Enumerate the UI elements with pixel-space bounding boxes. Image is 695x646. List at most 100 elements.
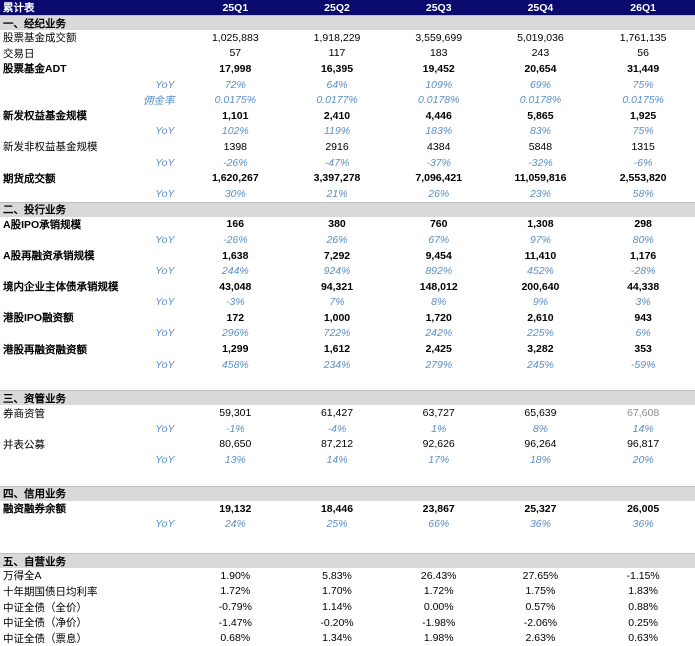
value-cell: 353 [634, 343, 652, 356]
value-cell: 0.0178% [519, 94, 562, 107]
value-cell: 183% [425, 125, 453, 138]
value-cell: -47% [324, 156, 350, 169]
value-cell: 1.72% [423, 585, 454, 598]
value-cell: 5848 [528, 140, 553, 153]
row-label: 新发权益基金规模 [3, 110, 87, 123]
section-title: 三、资管业务 [3, 392, 66, 405]
value-cell: 27.65% [522, 569, 559, 582]
value-cell: 1,720 [425, 311, 452, 324]
row-label: A股再融资承销规模 [3, 250, 95, 263]
value-cell: 1.34% [322, 632, 352, 645]
value-cell: 2,425 [425, 343, 452, 356]
value-cell: 1,918,229 [313, 31, 361, 44]
value-cell: 1,761,135 [619, 31, 667, 44]
row-label: YoY [155, 125, 175, 138]
row-label: YoY [155, 187, 175, 200]
value-cell: 2,610 [527, 311, 554, 324]
value-cell: 72% [224, 78, 246, 91]
row-label: 港股再融资融资额 [3, 343, 87, 356]
metric-row: 股票基金ADT 17,998 16,395 19,452 20,654 31,449 [0, 61, 695, 77]
metric-row: A股再融资承销规模 1,638 7,292 9,454 11,410 1,176 [0, 248, 695, 264]
metric-row: 股票基金成交额 1,025,883 1,918,229 3,559,699 5,019,… [0, 30, 695, 46]
value-cell: 61,427 [320, 407, 354, 420]
value-cell: -4% [327, 422, 347, 435]
metric-subrow: YoY 72% 64% 109% 69% 75% [0, 77, 695, 93]
value-cell: 166 [226, 218, 245, 231]
value-cell: 80% [632, 233, 654, 246]
metric-subrow: YoY -26% 26% 67% 97% 80% [0, 232, 695, 248]
value-cell: 23% [529, 187, 551, 200]
value-cell: 26% [428, 187, 450, 200]
value-cell: 0.25% [628, 616, 659, 629]
value-cell: 17,998 [219, 62, 252, 75]
value-cell: -59% [630, 358, 656, 371]
metric-row: 境内企业主体债承销规模 43,048 94,321 148,012 200,640 44,… [0, 279, 695, 295]
row-label: YoY [155, 454, 175, 467]
value-cell: 25,327 [524, 502, 557, 515]
metric-subrow: YoY 102% 119% 183% 83% 75% [0, 124, 695, 140]
metric-row: 交易日 57 117 183 243 56 [0, 46, 695, 62]
value-cell: 117 [328, 47, 346, 60]
value-cell: 0.0175% [622, 94, 664, 107]
metric-subrow: YoY 458% 234% 279% 245% -59% [0, 357, 695, 373]
row-label: 新发非权益基金规模 [3, 141, 98, 154]
value-cell: 2916 [325, 140, 349, 153]
value-cell: 0.63% [628, 632, 659, 645]
value-cell: 245% [527, 358, 554, 371]
quarter-header: 25Q2 [324, 1, 350, 14]
value-cell: 0.68% [220, 632, 251, 645]
value-cell: 58% [632, 187, 654, 200]
row-label: 融资融券余额 [3, 503, 66, 516]
row-label: YoY [155, 233, 175, 246]
value-cell: 1,612 [323, 343, 351, 356]
metric-subrow: 佣金率 0.0175% 0.0177% 0.0178% 0.0178% 0.0175% [0, 92, 695, 108]
row-label: YoY [155, 265, 175, 278]
value-cell: -1.98% [422, 616, 456, 629]
row-label: 券商资管 [3, 407, 45, 420]
value-cell: 119% [324, 125, 351, 138]
value-cell: -1% [225, 422, 245, 435]
value-cell: 1,025,883 [211, 31, 259, 44]
metric-row: 万得全A 1.90% 5.83% 26.43% 27.65% -1.15% [0, 568, 695, 584]
quarter-header: 26Q1 [630, 1, 656, 14]
row-label: YoY [155, 518, 175, 531]
value-cell: 9% [532, 296, 549, 309]
table-header-row: 累计表 25Q1 25Q2 25Q3 25Q4 26Q1 [0, 0, 695, 15]
value-cell: 5,019,036 [517, 31, 564, 44]
value-cell: 14% [326, 454, 348, 467]
metric-subrow: YoY 13% 14% 17% 18% 20% [0, 452, 695, 468]
value-cell: 0.0175% [214, 94, 257, 107]
value-cell: 244% [221, 265, 249, 278]
value-cell: 296% [221, 327, 249, 340]
value-cell: 1.72% [220, 585, 251, 598]
value-cell: -2.06% [523, 616, 558, 629]
row-label: 股票基金ADT [3, 63, 67, 76]
row-label: 并表公募 [3, 438, 45, 451]
section-header: 四、信用业务 [0, 485, 695, 501]
value-cell: 18,446 [320, 502, 354, 515]
value-cell: 1315 [631, 140, 655, 153]
value-cell: 67,608 [627, 407, 660, 420]
value-cell: 279% [425, 358, 453, 371]
value-cell: 298 [634, 218, 652, 231]
section-header: 三、资管业务 [0, 390, 695, 406]
row-label: A股IPO承销规模 [3, 218, 82, 231]
metric-subrow: YoY -3% 7% 8% 9% 3% [0, 295, 695, 311]
metric-row: 融资融券余额 19,132 18,446 23,867 25,327 26,005 [0, 501, 695, 517]
value-cell: 36% [632, 518, 654, 531]
value-cell: 20,654 [524, 62, 557, 75]
value-cell: 2.63% [525, 632, 556, 645]
value-cell: 1.98% [423, 632, 454, 645]
metric-row: 港股再融资融资额 1,299 1,612 2,425 3,282 353 [0, 341, 695, 357]
value-cell: 8% [532, 422, 549, 435]
row-label: YoY [155, 327, 175, 340]
metric-row: 中证全债（票息） 0.68% 1.34% 1.98% 2.63% 0.63% [0, 630, 695, 646]
row-label: YoY [155, 156, 175, 169]
value-cell: 225% [527, 327, 554, 340]
value-cell: 1,000 [323, 311, 351, 324]
value-cell: 183 [429, 47, 448, 60]
value-cell: -32% [528, 156, 553, 169]
value-cell: 19,132 [219, 502, 252, 515]
value-cell: 3% [635, 296, 651, 309]
